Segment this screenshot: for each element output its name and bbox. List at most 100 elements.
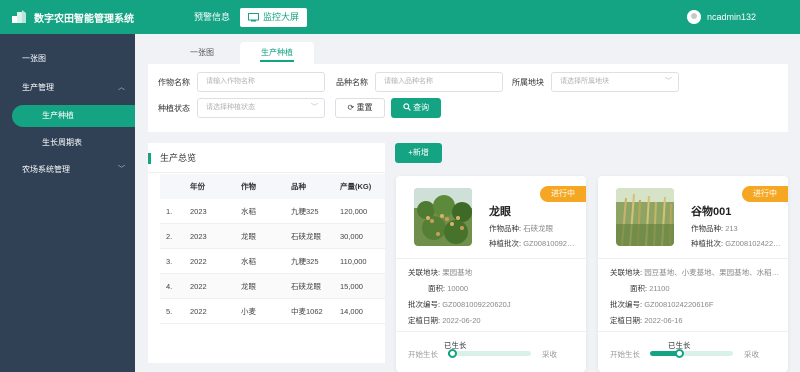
base-select[interactable]: 请选择所属地块 ﹀ <box>551 72 679 92</box>
summary-header-row: 年份 作物 品种 产量(KG) <box>160 174 385 199</box>
plant-date-key: 定植日期: <box>408 316 441 325</box>
sidebar-item-production[interactable]: 生产管理 ︿ <box>0 77 135 99</box>
query-label: 查询 <box>413 103 430 112</box>
divider <box>396 331 586 332</box>
col-year: 年份 <box>190 182 205 191</box>
planting-card[interactable]: 进行中 龙眼 作物品种: 石硖龙眼 种植批次: GZ00810092… 关联地块… <box>396 176 586 372</box>
refresh-icon: ⟳ <box>347 103 355 112</box>
table-row: 5. 2022 小麦 中麦1062 14,000 <box>160 299 385 324</box>
stage-end: 采收 <box>744 350 759 359</box>
row-yield: 120,000 <box>340 207 368 216</box>
chevron-down-icon: ﹀ <box>311 104 318 111</box>
stage-end: 采收 <box>542 350 557 359</box>
divider <box>396 258 586 259</box>
area-key: 面积: <box>428 284 446 293</box>
avatar <box>686 10 701 24</box>
plant-date-key: 定植日期: <box>610 316 643 325</box>
username: ncadmin132 <box>706 12 756 22</box>
batch-no-key: 批次编号: <box>610 300 643 309</box>
row-crop: 龙眼 <box>241 232 256 241</box>
row-crop: 水稻 <box>241 257 256 266</box>
chevron-down-icon: ﹀ <box>118 166 125 173</box>
crop-image <box>616 188 674 246</box>
variety-label: 品种名称 <box>336 78 368 87</box>
area-value: 21100 <box>649 284 670 293</box>
planting-card[interactable]: 进行中 谷物001 作物品种: 213 种植批次: GZ008102422… 关… <box>598 176 788 372</box>
card-title: 龙眼 <box>489 206 511 218</box>
plant-date-value: 2022-06-20 <box>442 316 481 325</box>
batch-no-value: GZ0081024220616F <box>644 300 714 309</box>
row-crop: 水稻 <box>241 207 256 216</box>
card-batch-no: 批次编号: GZ0081009220620J <box>408 299 511 310</box>
card-batch-no: 批次编号: GZ0081024220616F <box>610 299 713 310</box>
variety-value: 213 <box>725 224 738 233</box>
divider <box>598 331 788 332</box>
table-row: 1. 2023 水稻 九粳325 120,000 <box>160 199 385 224</box>
batch-no-value: GZ0081009220620J <box>442 300 511 309</box>
batch-key: 种植批次: <box>489 239 522 248</box>
batch-value: GZ00810092… <box>523 239 575 248</box>
row-index: 4. <box>166 282 173 291</box>
col-yield: 产量(KG) <box>340 182 372 191</box>
reset-button[interactable]: ⟳ 重置 <box>335 98 385 118</box>
user-menu[interactable]: ncadmin132 <box>686 10 756 24</box>
base-value: 果园基地 <box>442 268 473 277</box>
card-base: 关联地块: 果园基地 <box>408 267 472 278</box>
variety-key: 作物品种: <box>489 224 522 233</box>
base-key: 关联地块: <box>408 268 441 277</box>
row-variety: 九粳325 <box>291 207 319 216</box>
base-label: 所属地块 <box>512 78 544 87</box>
sidebar-item-map[interactable]: 一张图 <box>0 48 135 70</box>
row-crop: 小麦 <box>241 307 256 316</box>
search-icon <box>403 103 411 111</box>
row-variety: 九粳325 <box>291 257 319 266</box>
status-label: 种植状态 <box>158 104 190 113</box>
row-variety: 中麦1062 <box>291 307 323 316</box>
variety-value: 石硖龙眼 <box>523 224 554 233</box>
area-key: 面积: <box>630 284 648 293</box>
table-row: 4. 2022 龙眼 石硖龙眼 15,000 <box>160 274 385 299</box>
add-button[interactable]: +新增 <box>395 143 442 163</box>
crop-image <box>414 188 472 246</box>
growth-progress-knob <box>675 349 685 358</box>
variety-input[interactable]: 请输入品种名称 <box>375 72 503 92</box>
stage-start: 开始生长 <box>408 350 438 359</box>
growth-progress-knob <box>448 349 458 358</box>
crop-input[interactable]: 请输入作物名称 <box>197 72 325 92</box>
batch-no-key: 批次编号: <box>408 300 441 309</box>
status-select[interactable]: 请选择种植状态 ﹀ <box>197 98 325 118</box>
sidebar-item-label: 生产管理 <box>22 83 54 92</box>
query-button[interactable]: 查询 <box>391 98 441 118</box>
app-title: 数字农田智能管理系统 <box>34 14 134 25</box>
monitor-icon <box>248 13 259 22</box>
card-batch: 种植批次: GZ00810092… <box>489 238 574 249</box>
sidebar-item-label: 农场系统管理 <box>22 165 70 174</box>
sidebar-item-growth-cycle[interactable]: 生长周期表 <box>0 132 135 154</box>
base-value: 园豆基地、小麦基地、果园基地、水稻… <box>644 268 780 277</box>
row-variety: 石硖龙眼 <box>291 232 321 241</box>
variety-key: 作物品种: <box>691 224 724 233</box>
sidebar-item-planting[interactable]: 生产种植 <box>12 105 135 127</box>
table-row: 2. 2023 龙眼 石硖龙眼 30,000 <box>160 224 385 249</box>
tab-map[interactable]: 一张图 <box>172 42 232 64</box>
table-row: 3. 2022 水稻 九粳325 110,000 <box>160 249 385 274</box>
row-yield: 30,000 <box>340 232 363 241</box>
card-plant-date: 定植日期: 2022-06-16 <box>610 315 683 326</box>
nav-monitor-button[interactable]: 监控大屏 <box>240 8 308 27</box>
row-year: 2023 <box>190 232 207 241</box>
col-crop: 作物 <box>241 182 256 191</box>
sidebar-item-farm-system[interactable]: 农场系统管理 ﹀ <box>0 159 135 181</box>
chevron-down-icon: ﹀ <box>665 78 672 85</box>
card-base: 关联地块: 园豆基地、小麦基地、果园基地、水稻… <box>610 267 779 278</box>
row-variety: 石硖龙眼 <box>291 282 321 291</box>
reset-label: 重置 <box>356 103 373 112</box>
chevron-up-icon: ︿ <box>118 84 125 91</box>
card-plant-date: 定植日期: 2022-06-20 <box>408 315 481 326</box>
growth-progress-track <box>650 349 733 358</box>
plant-date-value: 2022-06-16 <box>644 316 683 325</box>
nav-warning-button[interactable]: 预警信息 <box>186 8 238 27</box>
card-title: 谷物001 <box>691 206 732 218</box>
row-year: 2022 <box>190 282 207 291</box>
row-yield: 14,000 <box>340 307 363 316</box>
tab-planting[interactable]: 生产种植 <box>240 42 314 64</box>
